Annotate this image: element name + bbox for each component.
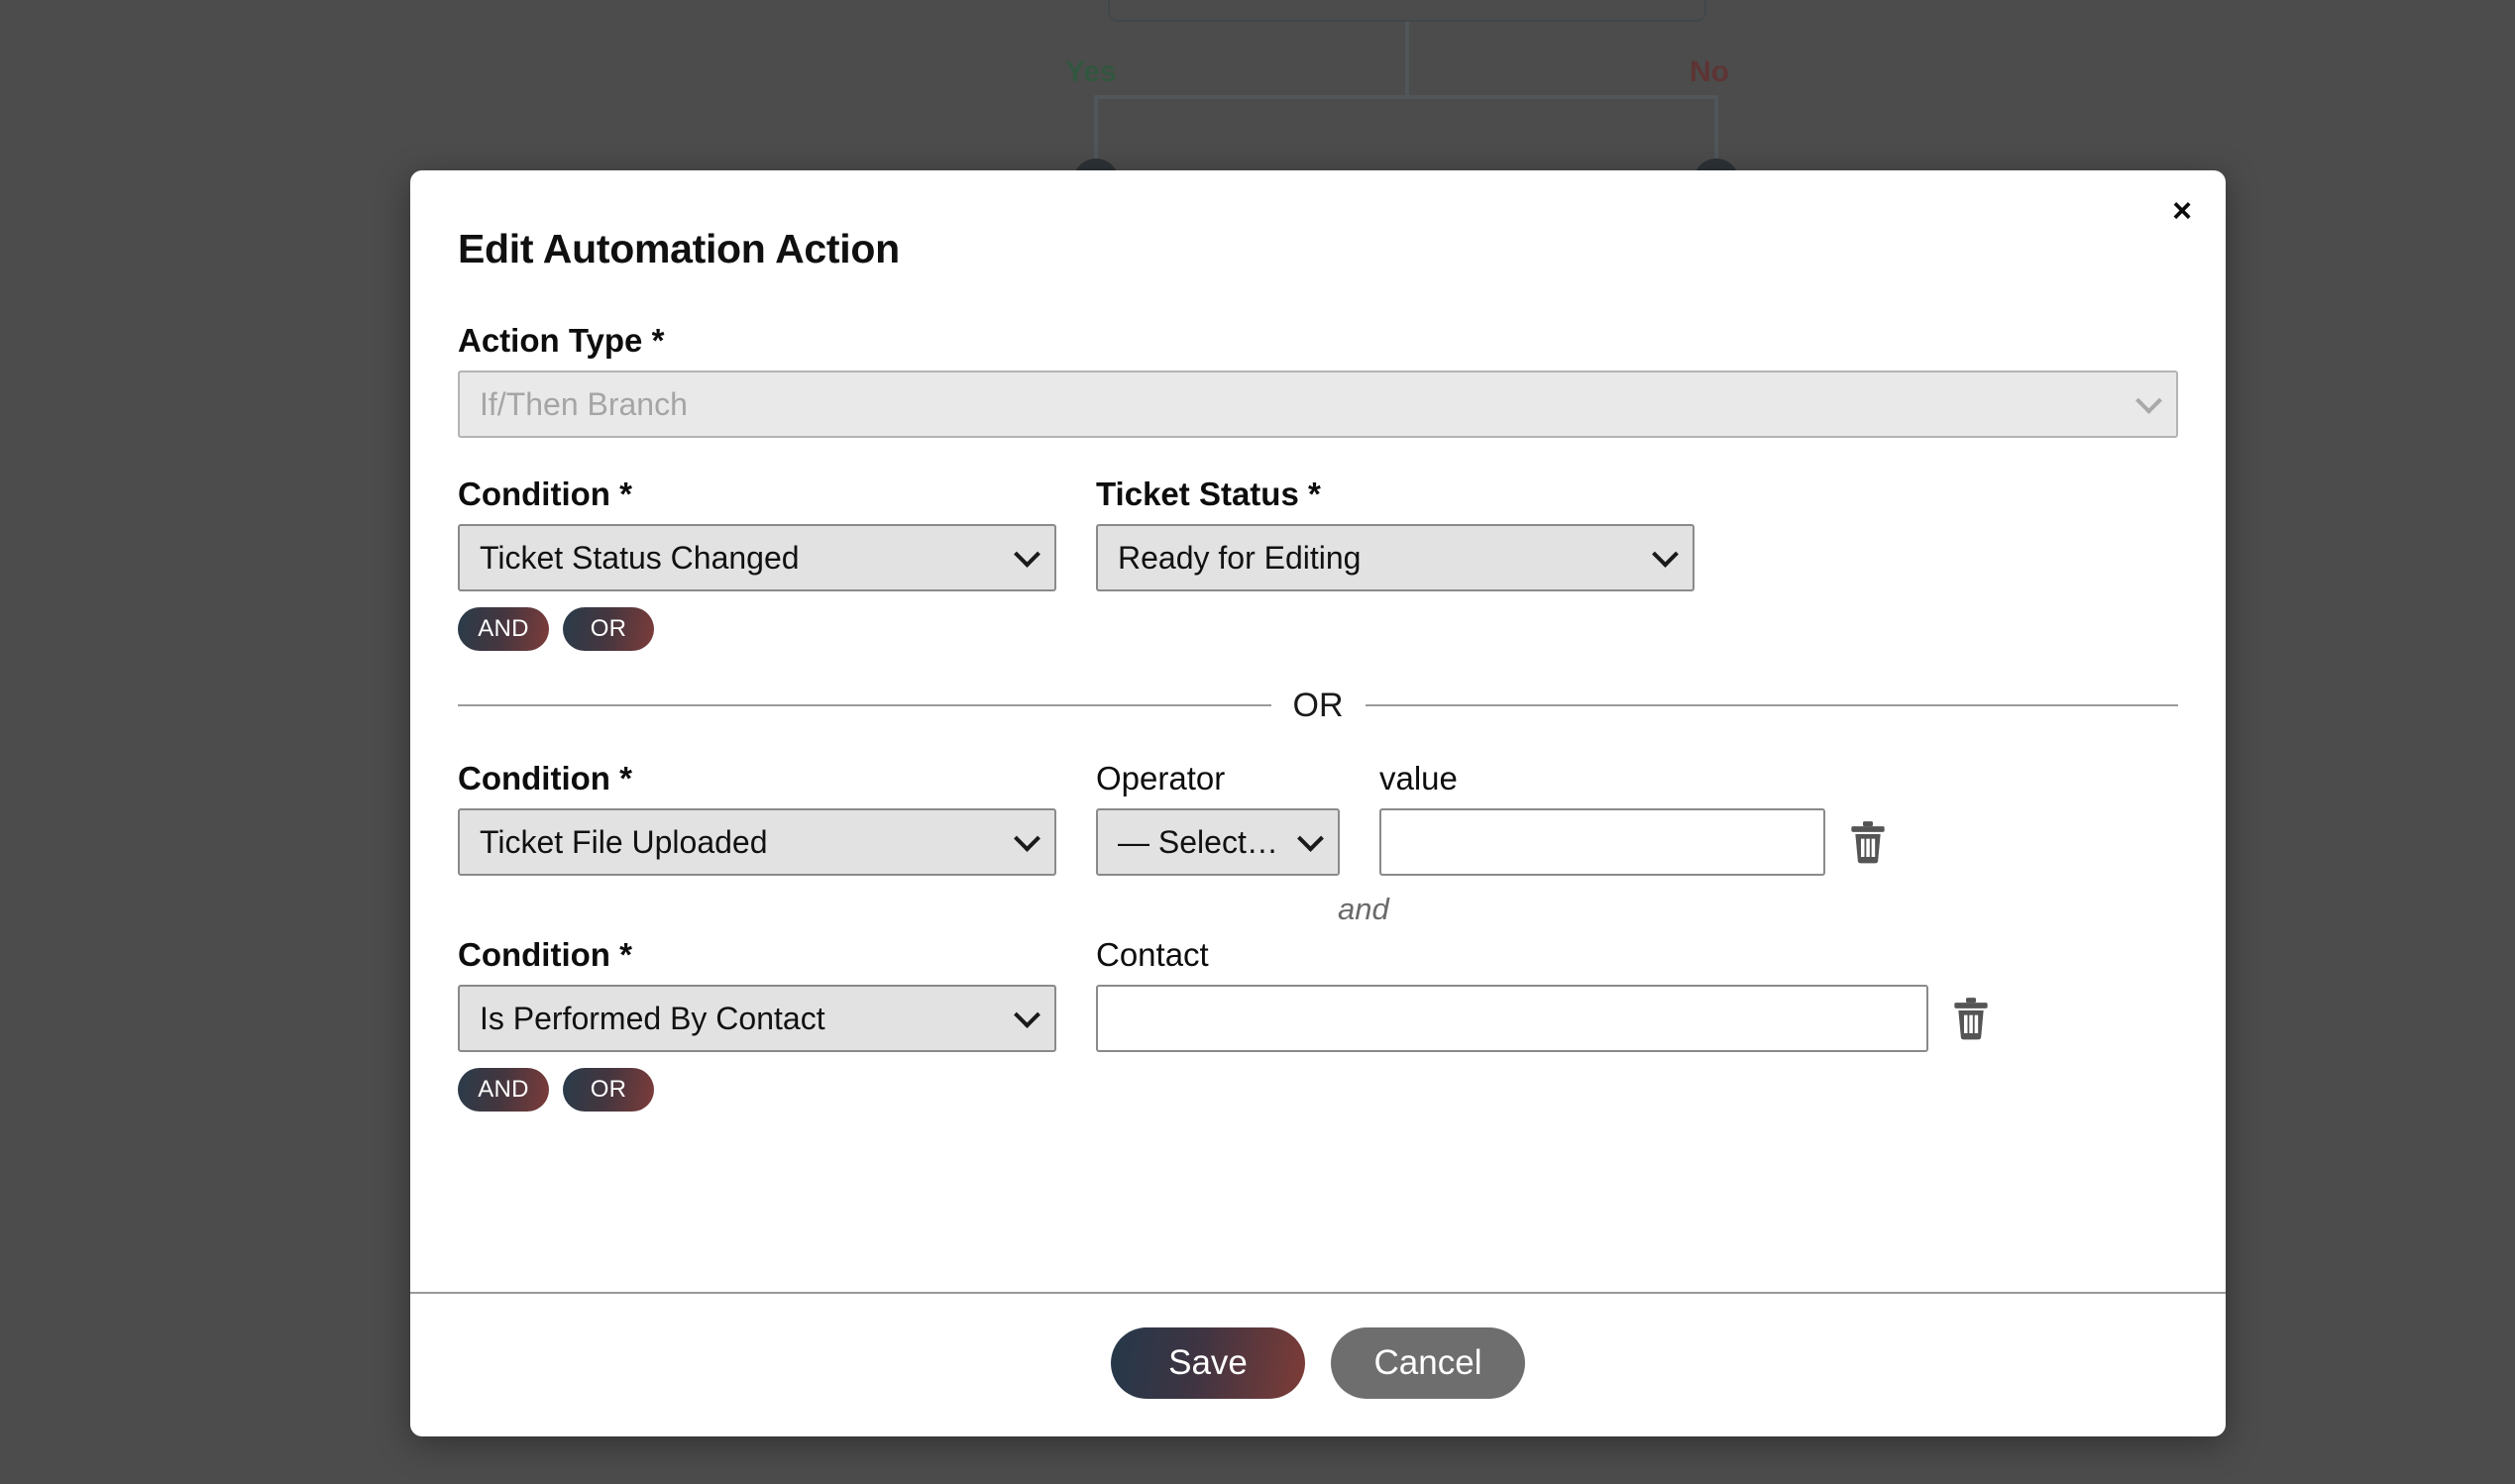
value-label: value <box>1379 762 1825 795</box>
trash-icon[interactable] <box>1848 819 1888 865</box>
close-icon[interactable]: × <box>2172 194 2192 228</box>
chevron-down-icon <box>1297 825 1324 852</box>
action-type-label: Action Type * <box>458 324 2178 357</box>
action-type-select[interactable]: If/Then Branch <box>458 371 2178 438</box>
value-input[interactable] <box>1379 808 1825 876</box>
or-button-group-1[interactable]: OR <box>563 607 654 651</box>
chevron-down-icon <box>1014 1002 1040 1028</box>
chevron-down-icon <box>2135 387 2162 414</box>
operator-value: — Select — <box>1118 824 1287 860</box>
and-connector-label: and <box>458 894 2178 924</box>
condition-3-value: Is Performed By Contact <box>480 1001 825 1036</box>
contact-field: Contact <box>1096 938 1928 1052</box>
contact-label: Contact <box>1096 938 1928 971</box>
action-type-group: Action Type * If/Then Branch <box>458 324 2178 438</box>
operator-select[interactable]: — Select — <box>1096 808 1340 876</box>
chevron-down-icon <box>1014 541 1040 568</box>
operator-field: Operator — Select — <box>1096 762 1340 876</box>
action-type-value: If/Then Branch <box>480 386 688 422</box>
condition-1-select[interactable]: Ticket Status Changed <box>458 524 1056 591</box>
and-button-group-3[interactable]: AND <box>458 1068 549 1112</box>
modal-body: × Edit Automation Action Action Type * I… <box>410 170 2226 1292</box>
logic-buttons-group-3: AND OR <box>458 1068 2178 1112</box>
contact-input[interactable] <box>1096 985 1928 1052</box>
ticket-status-value: Ready for Editing <box>1118 540 1361 576</box>
condition-group-2: Condition * Ticket File Uploaded Operato… <box>458 762 2178 876</box>
condition-2-label: Condition * <box>458 762 1056 795</box>
trash-icon[interactable] <box>1951 996 1991 1041</box>
chevron-down-icon <box>1652 541 1679 568</box>
condition-group-1: Condition * Ticket Status Changed Ticket… <box>458 477 2178 591</box>
condition-1-field: Condition * Ticket Status Changed <box>458 477 1056 591</box>
chevron-down-icon <box>1014 825 1040 852</box>
condition-1-value: Ticket Status Changed <box>480 540 800 576</box>
condition-3-field: Condition * Is Performed By Contact <box>458 938 1056 1052</box>
operator-label: Operator <box>1096 762 1340 795</box>
save-button[interactable]: Save <box>1111 1327 1305 1399</box>
divider-line-right <box>1366 704 2179 706</box>
delete-condition-2[interactable] <box>1825 808 1911 876</box>
condition-3-label: Condition * <box>458 938 1056 971</box>
ticket-status-label: Ticket Status * <box>1096 477 1695 510</box>
condition-3-select[interactable]: Is Performed By Contact <box>458 985 1056 1052</box>
condition-2-select[interactable]: Ticket File Uploaded <box>458 808 1056 876</box>
page-title: Edit Automation Action <box>458 226 2178 272</box>
logic-buttons-group-1: AND OR <box>458 607 2178 651</box>
cancel-button[interactable]: Cancel <box>1331 1327 1525 1399</box>
condition-2-field: Condition * Ticket File Uploaded <box>458 762 1056 876</box>
condition-2-value: Ticket File Uploaded <box>480 824 768 860</box>
condition-group-3: Condition * Is Performed By Contact Cont… <box>458 938 2178 1052</box>
modal-footer: Save Cancel <box>410 1292 2226 1436</box>
or-divider-label: OR <box>1293 689 1344 722</box>
and-button-group-1[interactable]: AND <box>458 607 549 651</box>
divider-line-left <box>458 704 1271 706</box>
or-button-group-3[interactable]: OR <box>563 1068 654 1112</box>
delete-condition-3[interactable] <box>1928 985 2014 1052</box>
or-divider: OR <box>458 689 2178 722</box>
spacer <box>458 438 2178 477</box>
condition-1-label: Condition * <box>458 477 1056 510</box>
ticket-status-select[interactable]: Ready for Editing <box>1096 524 1695 591</box>
edit-automation-action-modal: × Edit Automation Action Action Type * I… <box>410 170 2226 1436</box>
value-field: value <box>1379 762 1825 876</box>
ticket-status-field: Ticket Status * Ready for Editing <box>1096 477 1695 591</box>
